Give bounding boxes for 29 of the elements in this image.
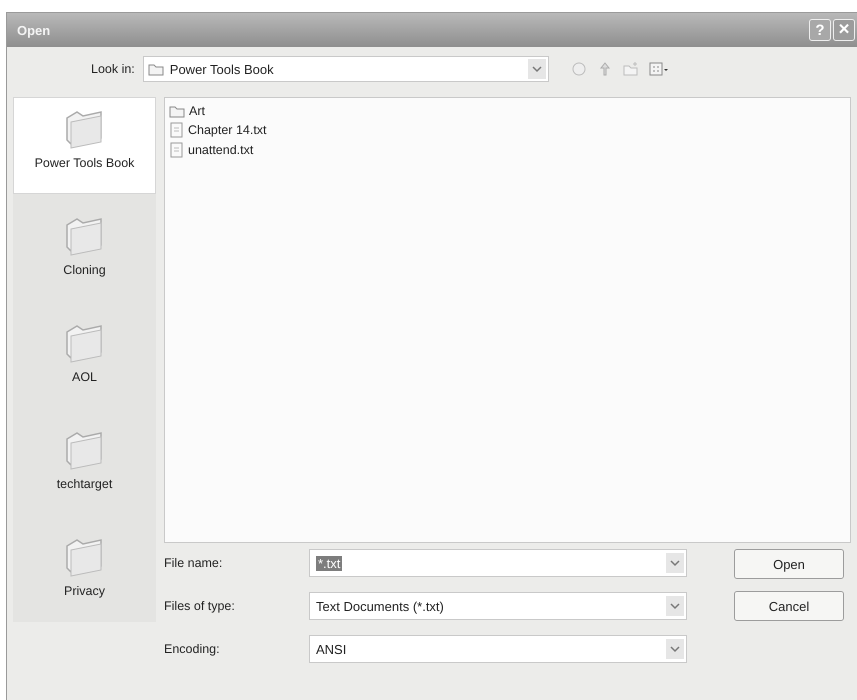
chevron-icon [669, 601, 681, 611]
dialog-button[interactable]: Cancel [734, 591, 844, 621]
chevron-icon [669, 644, 681, 654]
file-name[interactable]: unattend.txt [188, 143, 254, 157]
look-in-dropdown[interactable]: Power Tools Book [142, 56, 549, 82]
window-title: Open [17, 22, 50, 38]
folder-icon [169, 104, 185, 118]
views-menu-icon[interactable] [648, 61, 669, 77]
places-item[interactable]: Cloning [13, 204, 156, 301]
dropdown-field[interactable]: Text Documents (*.txt) [309, 592, 687, 620]
text-file-icon [169, 142, 184, 158]
places-item[interactable]: techtarget [13, 418, 156, 515]
back-icon[interactable] [570, 61, 587, 77]
field-label: File name: [164, 556, 224, 570]
places-item[interactable]: AOL [13, 311, 156, 408]
file-name-field[interactable]: *.txt [309, 549, 687, 577]
file-name[interactable]: Art [189, 104, 205, 118]
look-in-label: Look in: [91, 62, 135, 76]
field-label: Files of type: [164, 599, 236, 613]
dialog-button[interactable]: Open [734, 549, 844, 579]
new-folder-icon[interactable] [622, 61, 639, 77]
text-file-icon [169, 122, 184, 138]
chevron-icon [669, 558, 681, 568]
file-name[interactable]: Chapter 14.txt [188, 123, 267, 137]
field-label: Encoding: [164, 642, 221, 656]
folder-icon [148, 62, 164, 76]
places-item[interactable]: Power Tools Book [13, 97, 156, 194]
places-item[interactable]: Privacy [13, 525, 156, 622]
dropdown-field[interactable]: ANSI [309, 635, 687, 663]
